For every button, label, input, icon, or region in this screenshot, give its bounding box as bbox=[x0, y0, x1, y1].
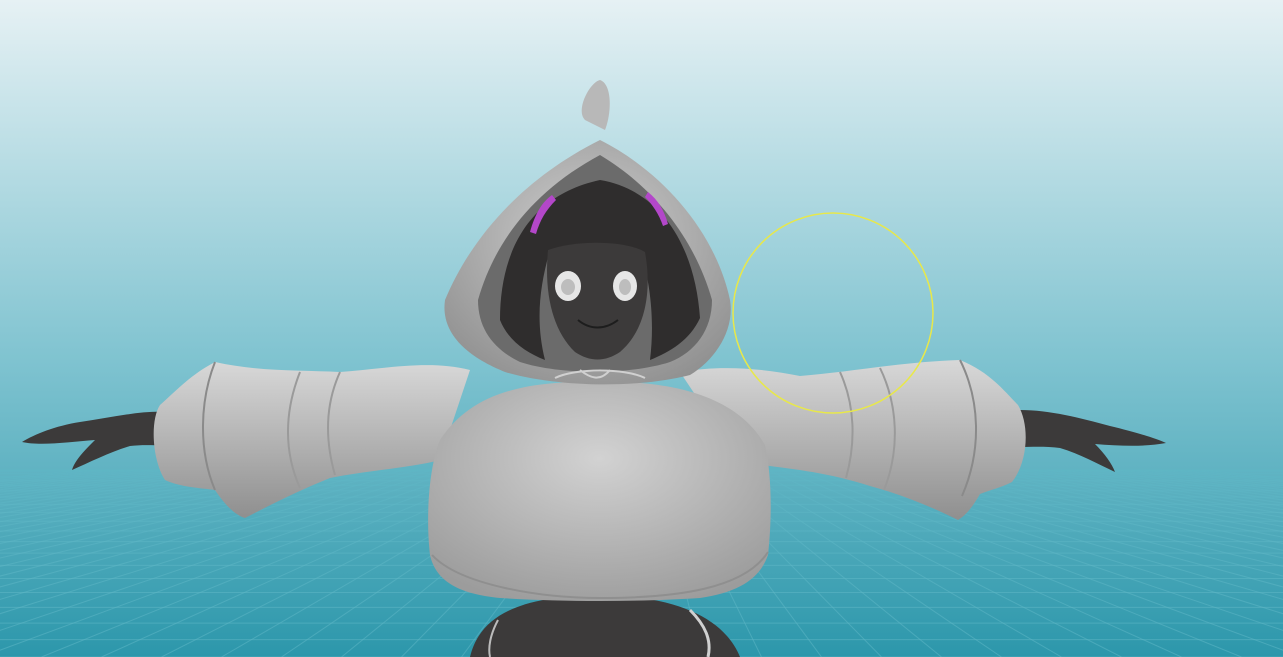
viewport-canvas[interactable] bbox=[0, 0, 1283, 657]
model-torso bbox=[428, 381, 771, 601]
3d-viewport[interactable] bbox=[0, 0, 1283, 657]
